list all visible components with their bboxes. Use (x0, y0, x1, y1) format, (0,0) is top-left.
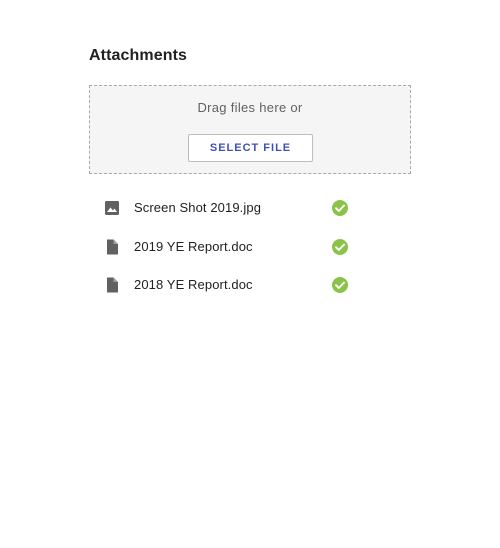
file-dropzone[interactable]: Drag files here or SELECT FILE (89, 85, 411, 174)
file-name: Screen Shot 2019.jpg (134, 200, 262, 215)
file-item: 2018 YE Report.doc (89, 266, 411, 305)
check-circle-icon (331, 276, 349, 294)
document-icon (104, 277, 120, 293)
check-circle-icon (331, 199, 349, 217)
image-icon (104, 200, 120, 216)
select-file-button[interactable]: SELECT FILE (188, 134, 313, 162)
document-icon (104, 239, 120, 255)
attachments-panel: Attachments Drag files here or SELECT FI… (89, 46, 411, 293)
file-name: 2019 YE Report.doc (134, 238, 253, 254)
file-list: Screen Shot 2019.jpg 2019 YE Report.doc (89, 189, 411, 305)
file-item: Screen Shot 2019.jpg (89, 189, 411, 228)
dropzone-text: Drag files here or (197, 100, 303, 115)
file-name: 2018 YE Report.doc (134, 277, 253, 292)
check-circle-icon (331, 238, 349, 256)
file-item: 2019 YE Report.doc (89, 228, 411, 267)
attachments-title: Attachments (89, 47, 188, 64)
